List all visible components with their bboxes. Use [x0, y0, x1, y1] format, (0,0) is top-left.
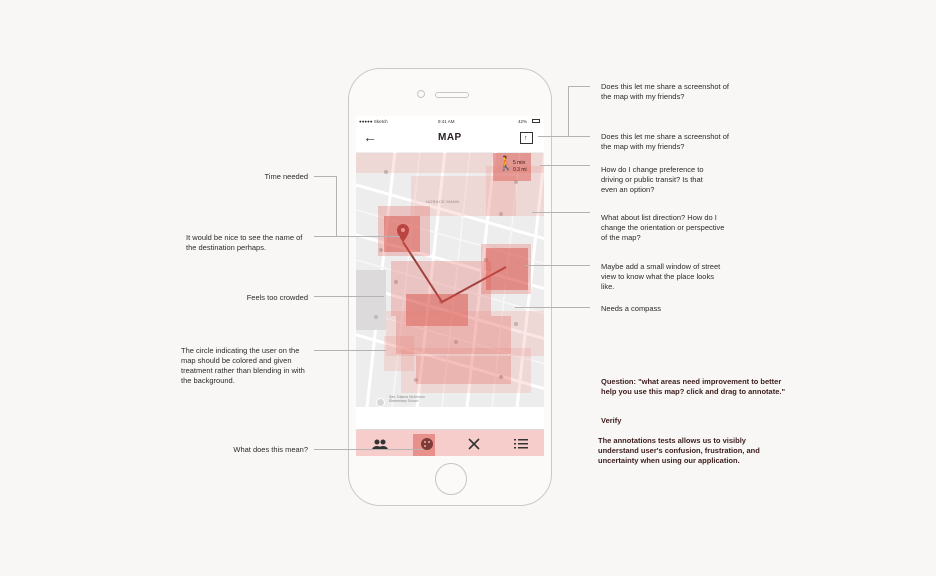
page-title: MAP [438, 132, 462, 143]
annotation-direction: What about list direction? How do I chan… [601, 213, 725, 242]
tab-people[interactable] [356, 430, 403, 456]
leader-line [540, 165, 590, 166]
leader-line [568, 86, 569, 136]
back-arrow-icon[interactable]: ← [363, 130, 377, 144]
tab-list[interactable] [497, 430, 544, 456]
heat-area [416, 356, 511, 384]
annotation-preference: How do I change preference to driving or… [601, 165, 704, 194]
leader-line [568, 86, 590, 87]
leader-line [314, 236, 400, 237]
annotation-time-needed: Time needed [264, 172, 309, 181]
walk-distance: 0.3 mi [513, 167, 527, 173]
school-label: Sen. Dianne McKinnon Elementary School [389, 395, 425, 403]
study-question: Question: "what areas need improvement t… [601, 377, 786, 396]
leader-line [336, 176, 337, 236]
heat-area [384, 336, 414, 371]
leader-line [314, 296, 384, 297]
phone-screen: ●●●●● Sketch 9:41 AM 42% ← MAP ↑ HORACE … [356, 116, 544, 456]
walk-time: 5 min [513, 160, 526, 166]
leader-line [538, 136, 590, 137]
user-location-dot [376, 398, 385, 407]
fork-knife-icon [467, 437, 480, 450]
verify-body: The annotations tests allows us to visib… [598, 436, 760, 465]
status-bar: ●●●●● Sketch 9:41 AM 42% [356, 116, 544, 126]
home-button[interactable] [435, 463, 467, 495]
annotation-compass: Needs a compass [601, 304, 662, 313]
annotation-crowded: Feels too crowded [246, 293, 308, 302]
walk-badge[interactable]: 🚶 5 min 0.3 mi [493, 154, 531, 180]
leader-line [314, 176, 336, 177]
leader-line [525, 265, 590, 266]
tab-bar [356, 429, 544, 456]
annotation-user-circle: The circle indicating the user on the ma… [181, 346, 305, 385]
heat-area [413, 434, 435, 456]
heat-area [486, 248, 528, 290]
list-icon [513, 438, 528, 448]
clock: 9:41 AM [438, 119, 455, 124]
leader-line [314, 449, 424, 450]
verify-title: Verify [601, 416, 622, 425]
carrier-label: ●●●●● Sketch [359, 119, 388, 124]
leader-line [314, 350, 386, 351]
annotation-street-view: Maybe add a small window of street view … [601, 262, 721, 291]
people-icon [371, 439, 388, 450]
heat-area [384, 216, 420, 252]
leader-line [515, 307, 590, 308]
share-icon[interactable]: ↑ [520, 132, 533, 144]
speaker [435, 92, 469, 98]
nav-bar: ← MAP ↑ [356, 126, 544, 152]
leader-line [532, 212, 590, 213]
tab-food[interactable] [450, 430, 497, 456]
annotation-destination: It would be nice to see the name of the … [186, 233, 303, 252]
camera [417, 90, 425, 98]
walking-person-icon: 🚶 [497, 155, 515, 171]
annotation-share-top: Does this let me share a screenshot of t… [601, 82, 729, 101]
battery-label: 42% [518, 119, 528, 124]
battery-icon [532, 119, 540, 123]
annotation-what-mean: What does this mean? [233, 445, 308, 454]
annotation-share-second: Does this let me share a screenshot of t… [601, 132, 729, 151]
